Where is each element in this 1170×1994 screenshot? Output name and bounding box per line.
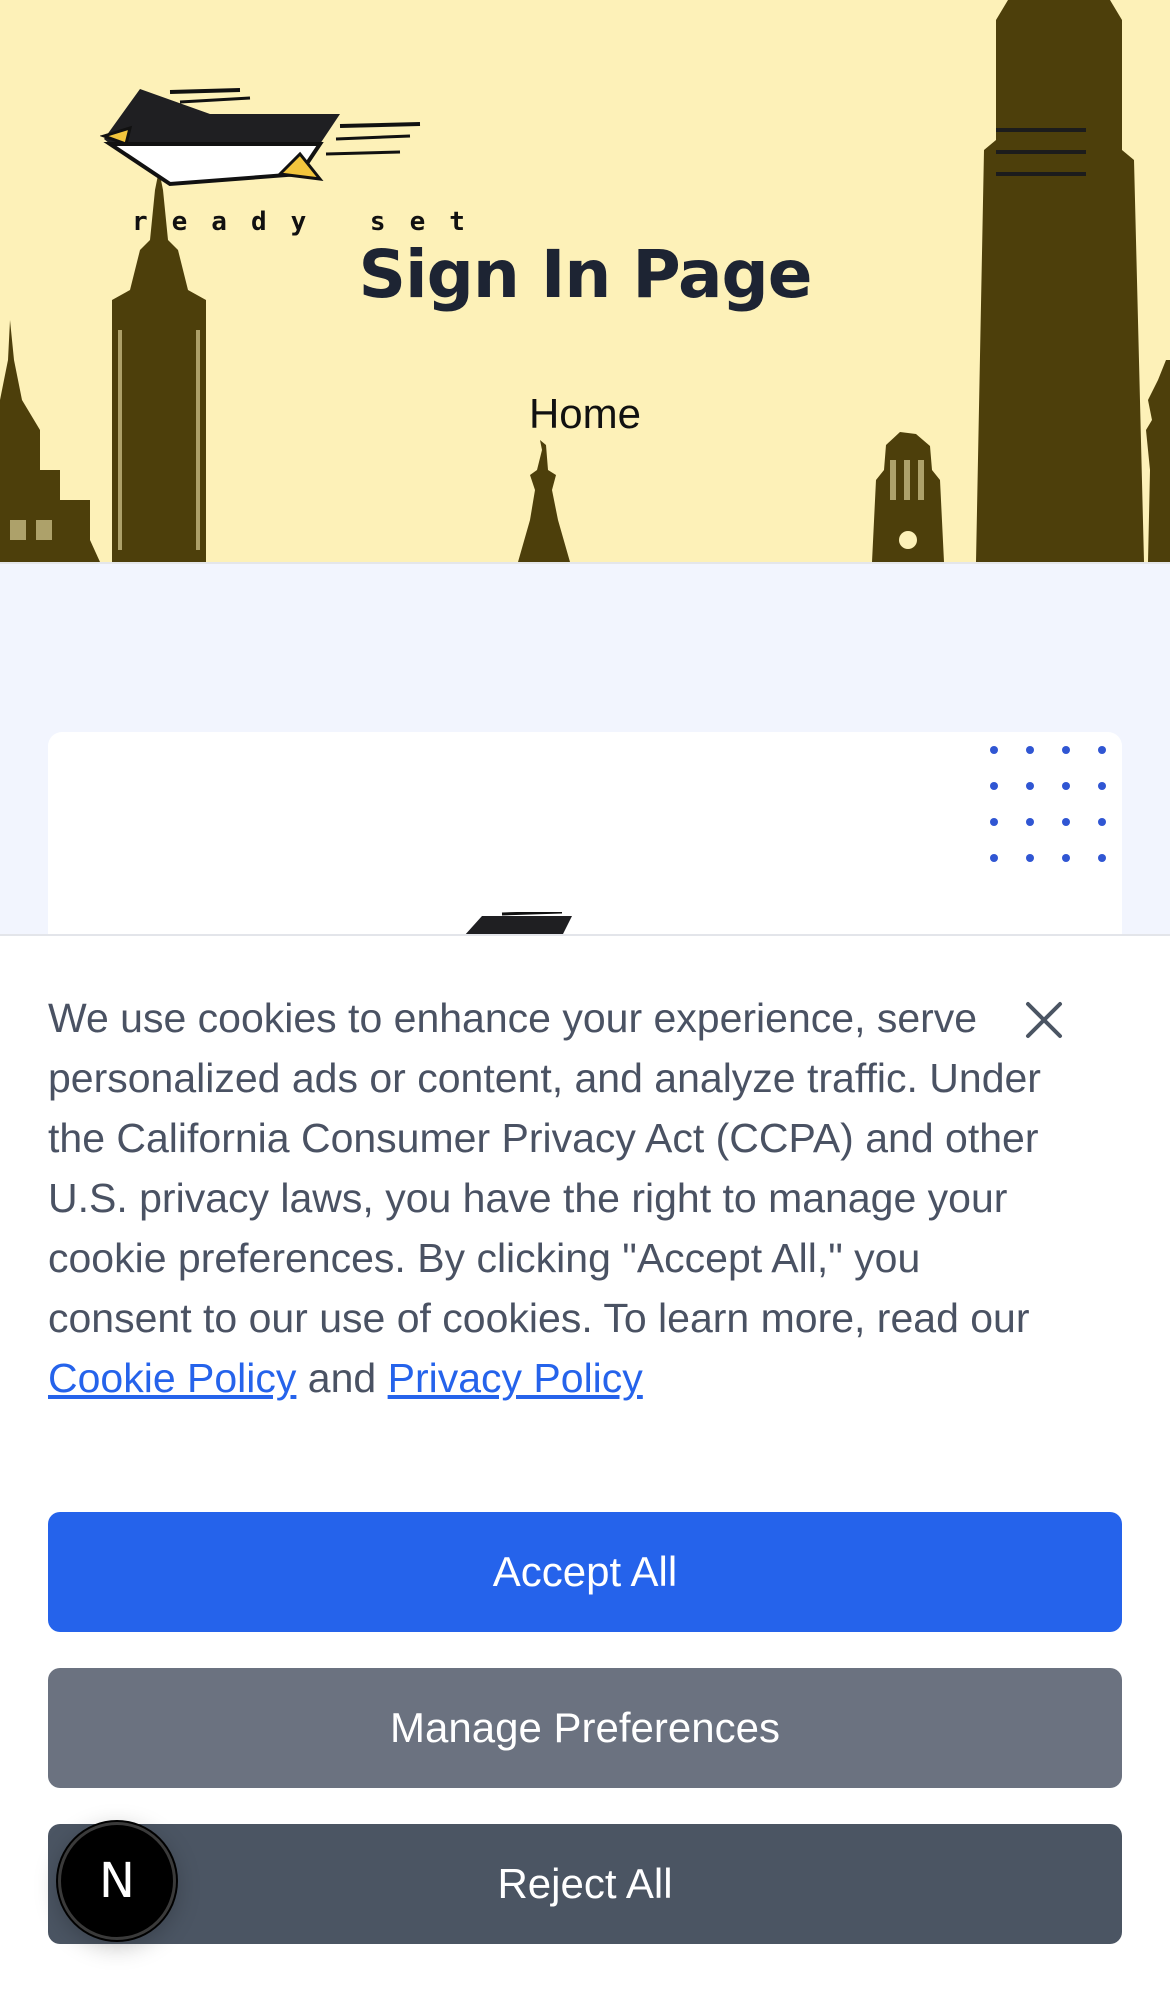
cookie-consent-message: We use cookies to enhance your experienc… bbox=[48, 988, 1048, 1408]
breadcrumb-home-link[interactable]: Home bbox=[0, 390, 1170, 438]
manage-preferences-button[interactable]: Manage Preferences bbox=[48, 1668, 1122, 1788]
logo-wordmark: ready set bbox=[132, 207, 489, 237]
hero-header: ready set Sign In Page Home bbox=[0, 0, 1170, 564]
card-logo-icon bbox=[464, 912, 572, 936]
page-title: Sign In Page bbox=[358, 236, 812, 313]
hamburger-menu-icon[interactable] bbox=[990, 120, 1090, 192]
cookie-message-text: We use cookies to enhance your experienc… bbox=[48, 995, 1041, 1341]
nextjs-dev-badge-icon[interactable]: N bbox=[58, 1822, 176, 1940]
privacy-policy-link[interactable]: Privacy Policy bbox=[388, 1355, 643, 1401]
accept-all-button[interactable]: Accept All bbox=[48, 1512, 1122, 1632]
reject-all-button[interactable]: Reject All bbox=[48, 1824, 1122, 1944]
dot-pattern-decoration bbox=[990, 746, 1106, 862]
cookie-and-text: and bbox=[307, 1355, 377, 1401]
cookie-policy-link[interactable]: Cookie Policy bbox=[48, 1355, 296, 1401]
close-icon[interactable] bbox=[1020, 996, 1068, 1044]
cookie-consent-banner: We use cookies to enhance your experienc… bbox=[0, 934, 1170, 1994]
